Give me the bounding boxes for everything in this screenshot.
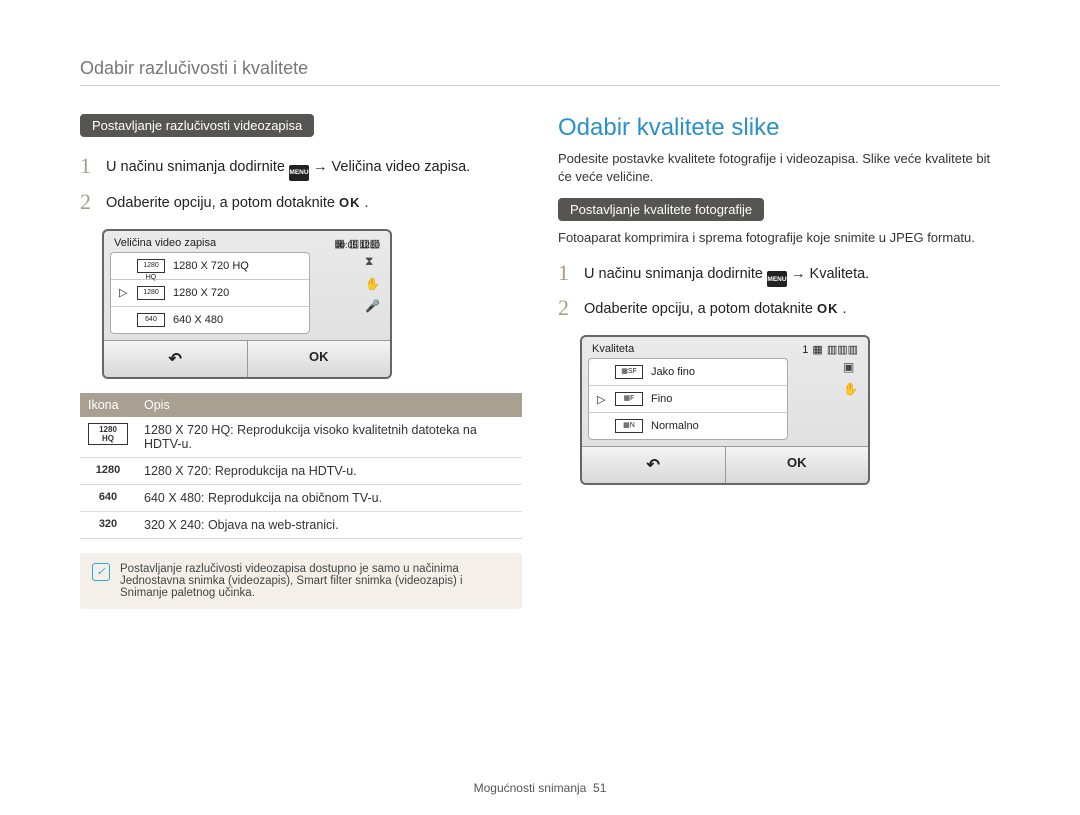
video-res-tag: Postavljanje razlučivosti videozapisa xyxy=(80,114,314,137)
res-icon: 1280 HQ xyxy=(137,259,165,273)
list-item[interactable]: 1280 HQ 1280 X 720 HQ xyxy=(111,253,309,280)
mock-title: Kvaliteta xyxy=(592,343,634,356)
list-item[interactable]: ▦N Normalno xyxy=(589,413,787,439)
list-item[interactable]: 640 640 X 480 xyxy=(111,307,309,333)
ok-inline: OK xyxy=(817,301,839,316)
quality-list: ▦SF Jako ﬁno ▷ ▦F Fino ▦N Normalno xyxy=(588,358,788,440)
table-header: Opis xyxy=(136,393,522,417)
table-row: 640 640 X 480: Reprodukcija na običnom T… xyxy=(80,484,522,511)
back-button[interactable]: ↶ xyxy=(104,341,248,377)
left-step-2: 2 Odaberite opciju, a potom dotaknite OK… xyxy=(80,189,522,215)
res-icon: 1280 xyxy=(137,286,165,300)
mic-icon: 🎤 xyxy=(365,299,380,313)
left-step-1: 1 U načinu snimanja dodirnite MENU → Vel… xyxy=(80,153,522,181)
size-icon: ▣ xyxy=(843,360,858,374)
res-icon: 640 xyxy=(137,313,165,327)
ok-button[interactable]: OK xyxy=(726,447,869,483)
intro-text: Podesite postavke kvalitete fotograﬁje i… xyxy=(558,150,1000,186)
right-column: Odabir kvalitete slike Podesite postavke… xyxy=(558,114,1000,609)
quality-mock: Kvaliteta 1▦▥▥▥ ▦SF Jako ﬁno ▷ ▦F Fino xyxy=(580,335,870,485)
quality-icon: ▦F xyxy=(615,392,643,406)
right-step-2: 2 Odaberite opciju, a potom dotaknite OK… xyxy=(558,295,1000,321)
video-size-list: 1280 HQ 1280 X 720 HQ ▷ 1280 1280 X 720 … xyxy=(110,252,310,334)
stabilize-icon: ✋ xyxy=(365,277,380,291)
mock-title: Veličina video zapisa xyxy=(114,237,216,250)
back-button[interactable]: ↶ xyxy=(582,447,726,483)
battery-icon: ▥▥▥ xyxy=(827,344,858,356)
table-row: 320 320 X 240: Objava na web-stranici. xyxy=(80,511,522,538)
list-item[interactable]: ▦SF Jako ﬁno xyxy=(589,359,787,386)
ok-inline: OK xyxy=(339,195,361,210)
page-title: Odabir razlučivosti i kvalitete xyxy=(80,58,1000,86)
right-step-1: 1 U načinu snimanja dodirnite MENU → Kva… xyxy=(558,260,1000,288)
video-size-mock: Veličina video zapisa ▦▥▥▥ 00:05 1280 12… xyxy=(102,229,392,379)
quality-icon: ▦SF xyxy=(615,365,643,379)
left-column: Postavljanje razlučivosti videozapisa 1 … xyxy=(80,114,522,609)
ok-button[interactable]: OK xyxy=(248,341,391,377)
quality-icon: ▦N xyxy=(615,419,643,433)
table-header: Ikona xyxy=(80,393,136,417)
stabilize-icon: ✋ xyxy=(843,382,858,396)
status-icons: 1▦▥▥▥ xyxy=(798,343,858,356)
info-note: ✓ Postavljanje razlučivosti videozapisa … xyxy=(80,553,522,609)
menu-icon: MENU xyxy=(767,271,787,287)
photo-quality-tag: Postavljanje kvalitete fotograﬁje xyxy=(558,198,764,221)
list-item[interactable]: ▷ 1280 1280 X 720 xyxy=(111,280,309,307)
list-item[interactable]: ▷ ▦F Fino xyxy=(589,386,787,413)
table-row: 1280 HQ 1280 X 720 HQ: Reprodukcija viso… xyxy=(80,417,522,458)
menu-icon: MENU xyxy=(289,165,309,181)
video-res-table: Ikona Opis 1280 HQ 1280 X 720 HQ: Reprod… xyxy=(80,393,522,539)
info-icon: ✓ xyxy=(92,563,110,581)
sub-text: Fotoaparat komprimira i sprema fotograﬁj… xyxy=(558,229,1000,247)
section-heading: Odabir kvalitete slike xyxy=(558,114,1000,142)
page-footer: Mogućnosti snimanja 51 xyxy=(0,781,1080,795)
table-row: 1280 1280 X 720: Reprodukcija na HDTV-u. xyxy=(80,457,522,484)
timer-icon: ⧗ xyxy=(365,254,380,269)
